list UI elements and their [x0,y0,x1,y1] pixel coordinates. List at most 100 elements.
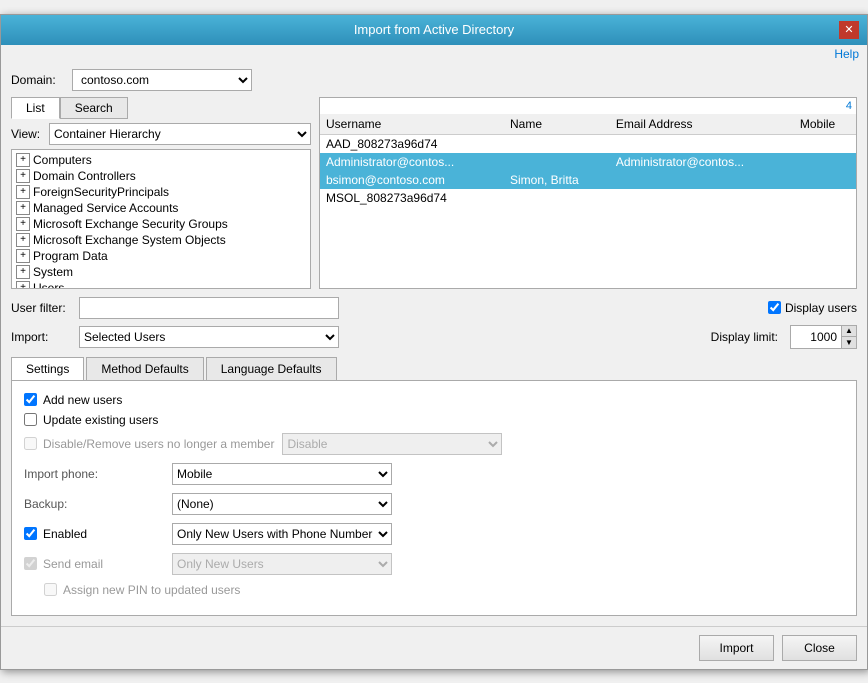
cell-mobile [794,171,856,189]
expand-icon[interactable]: + [16,217,30,231]
send-email-row: Send email Only New Users All Users [24,553,844,575]
expand-icon[interactable]: + [16,169,30,183]
tree-item[interactable]: + Users [14,280,308,289]
import-phone-label: Import phone: [24,467,164,481]
table-row[interactable]: MSOL_808273a96d74 [320,189,856,207]
user-filter-input[interactable] [79,297,339,319]
expand-icon[interactable]: + [16,281,30,289]
add-new-users-row: Add new users [24,393,844,407]
send-email-label: Send email [43,557,103,571]
tree-item-label: Microsoft Exchange Security Groups [33,217,228,231]
enabled-row: Enabled Only New Users with Phone Number… [24,523,844,545]
main-area: List Search View: Container Hierarchy + … [11,97,857,289]
tree-container[interactable]: + Computers + Domain Controllers + Forei… [11,149,311,289]
list-search-tabs: List Search [11,97,311,119]
spin-up-button[interactable]: ▲ [842,326,856,337]
tab-settings[interactable]: Settings [11,357,84,380]
disable-remove-label: Disable/Remove users no longer a member [43,437,274,451]
tree-item[interactable]: + Program Data [14,248,308,264]
send-email-checkbox[interactable] [24,557,37,570]
settings-tabs: Settings Method Defaults Language Defaul… [11,357,857,381]
domain-row: Domain: contoso.com [11,69,857,91]
table-row[interactable]: AAD_808273a96d74 [320,134,856,153]
tree-item[interactable]: + Microsoft Exchange Security Groups [14,216,308,232]
import-button[interactable]: Import [699,635,774,661]
view-row: View: Container Hierarchy [11,123,311,145]
tree-item-label: Domain Controllers [33,169,136,183]
enabled-select[interactable]: Only New Users with Phone Number All Use… [172,523,392,545]
bottom-buttons: Import Close [1,626,867,669]
col-email: Email Address [610,114,794,135]
spin-down-button[interactable]: ▼ [842,337,856,348]
cell-mobile [794,189,856,207]
enabled-checkbox[interactable] [24,527,37,540]
cell-email [610,189,794,207]
update-existing-checkbox[interactable] [24,413,37,426]
tree-item[interactable]: + Computers [14,152,308,168]
expand-icon[interactable]: + [16,249,30,263]
add-new-users-checkbox[interactable] [24,393,37,406]
expand-icon[interactable]: + [16,201,30,215]
table-row[interactable]: bsimon@contoso.com Simon, Britta [320,171,856,189]
disable-select[interactable]: Disable Remove [282,433,502,455]
user-table: Username Name Email Address Mobile AAD_8… [320,114,856,207]
cell-username: bsimon@contoso.com [320,171,504,189]
disable-remove-row: Disable/Remove users no longer a member … [24,433,844,455]
tree-item[interactable]: + ForeignSecurityPrincipals [14,184,308,200]
backup-select[interactable]: (None) [172,493,392,515]
enabled-label[interactable]: Enabled [43,527,87,541]
tree-item-label: Users [33,281,64,289]
add-new-users-label[interactable]: Add new users [43,393,122,407]
close-button[interactable]: ✕ [839,21,859,39]
cell-username: Administrator@contos... [320,153,504,171]
tree-item[interactable]: + Microsoft Exchange System Objects [14,232,308,248]
cell-username: AAD_808273a96d74 [320,134,504,153]
expand-icon[interactable]: + [16,153,30,167]
import-dialog: Import from Active Directory ✕ Help Doma… [0,14,868,670]
tab-search[interactable]: Search [60,97,128,119]
tab-language-defaults[interactable]: Language Defaults [206,357,337,380]
settings-panel: Add new users Update existing users Disa… [11,381,857,616]
user-filter-label: User filter: [11,301,71,315]
cell-email [610,134,794,153]
import-phone-row: Import phone: Mobile Work Home [24,463,844,485]
tree-item[interactable]: + System [14,264,308,280]
tree-item[interactable]: + Domain Controllers [14,168,308,184]
backup-label: Backup: [24,497,164,511]
dialog-title: Import from Active Directory [29,22,839,37]
user-table-panel: 4 Username Name Email Address Mobile AAD… [319,97,857,289]
display-users-checkbox[interactable] [768,301,781,314]
import-select[interactable]: Selected Users All Users Filtered Users [79,326,339,348]
display-limit-label: Display limit: [711,330,778,344]
send-email-select[interactable]: Only New Users All Users [172,553,392,575]
domain-select[interactable]: contoso.com [72,69,252,91]
cell-mobile [794,134,856,153]
result-counter: 4 [320,98,856,114]
cell-name: Simon, Britta [504,171,610,189]
table-row[interactable]: Administrator@contos... Administrator@co… [320,153,856,171]
tab-method-defaults[interactable]: Method Defaults [86,357,203,380]
col-name: Name [504,114,610,135]
tree-item-label: Program Data [33,249,108,263]
assign-pin-checkbox[interactable] [44,583,57,596]
expand-icon[interactable]: + [16,233,30,247]
update-existing-label[interactable]: Update existing users [43,413,158,427]
close-dialog-button[interactable]: Close [782,635,857,661]
domain-label: Domain: [11,73,66,87]
display-limit-input[interactable] [791,326,841,348]
tree-item-label: Computers [33,153,92,167]
disable-remove-checkbox[interactable] [24,437,37,450]
import-phone-select[interactable]: Mobile Work Home [172,463,392,485]
cell-name [504,189,610,207]
expand-icon[interactable]: + [16,185,30,199]
display-limit-spinbox[interactable]: ▲ ▼ [790,325,857,349]
import-label: Import: [11,330,71,344]
expand-icon[interactable]: + [16,265,30,279]
view-select[interactable]: Container Hierarchy [49,123,311,145]
col-username: Username [320,114,504,135]
tab-list[interactable]: List [11,97,60,119]
help-link[interactable]: Help [1,45,867,63]
cell-username: MSOL_808273a96d74 [320,189,504,207]
tree-item[interactable]: + Managed Service Accounts [14,200,308,216]
cell-mobile [794,153,856,171]
